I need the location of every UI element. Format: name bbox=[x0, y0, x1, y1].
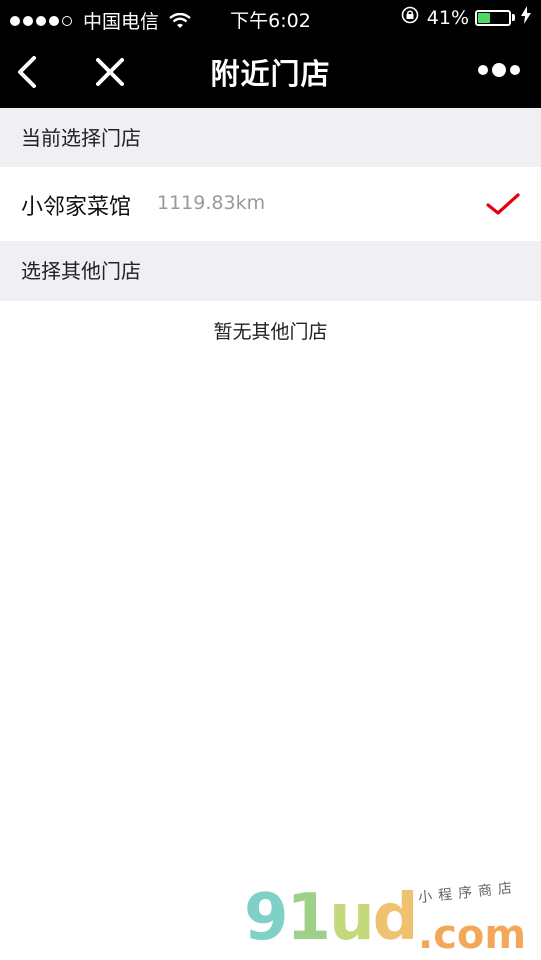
charging-bolt-icon bbox=[521, 6, 531, 29]
watermark-logo: 91ud 小程序商店 .com bbox=[240, 880, 540, 960]
more-dots-icon bbox=[478, 63, 520, 77]
status-bar: 中国电信 下午6:02 41% bbox=[0, 0, 541, 36]
battery-icon bbox=[475, 9, 511, 26]
checkmark-icon bbox=[486, 193, 520, 215]
watermark-tagline: 小程序商店 bbox=[417, 879, 519, 907]
nav-bar: 附近门店 bbox=[0, 36, 541, 108]
current-store-header: 当前选择门店 bbox=[0, 108, 541, 168]
other-stores-header: 选择其他门店 bbox=[0, 241, 541, 301]
watermark-brand: 91ud bbox=[244, 881, 418, 955]
orientation-lock-icon bbox=[401, 6, 419, 29]
store-name: 小邻家菜馆 bbox=[21, 195, 132, 220]
page-title: 附近门店 bbox=[210, 57, 331, 91]
watermark-domain: .com bbox=[418, 912, 527, 958]
empty-state-text: 暂无其他门店 bbox=[213, 321, 328, 343]
more-button[interactable] bbox=[477, 62, 521, 78]
store-distance: 1119.83km bbox=[157, 192, 266, 214]
current-store-row[interactable]: 小邻家菜馆 1119.83km bbox=[0, 167, 541, 241]
battery-percent: 41% bbox=[426, 6, 469, 29]
